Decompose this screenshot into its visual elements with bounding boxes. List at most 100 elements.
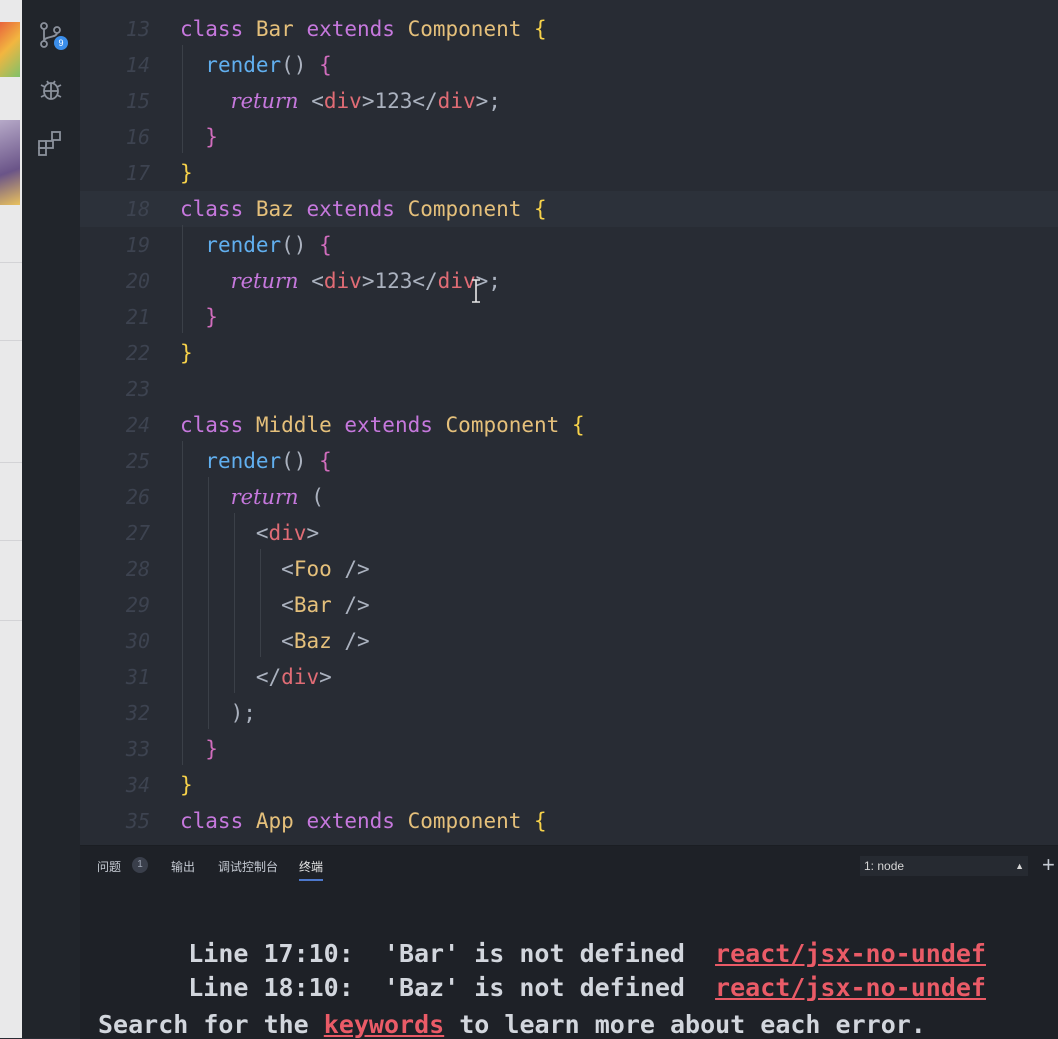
code-text: return ( (180, 479, 324, 515)
code-line[interactable]: 27 <div> (80, 515, 1058, 551)
code-line[interactable]: 17} (80, 155, 1058, 191)
code-token: render (205, 233, 282, 257)
code-token: class (180, 17, 256, 41)
line-number: 27 (125, 521, 150, 545)
code-token: } (180, 341, 193, 365)
code-line[interactable]: 13 class Bar extends Component { (80, 11, 1058, 47)
code-token: extends (344, 413, 446, 437)
error-rule-link[interactable]: react/jsx-no-undef (715, 973, 986, 1002)
tab-debug-console[interactable]: 调试控制台 (218, 858, 278, 875)
code-line[interactable]: 31 </div> (80, 659, 1058, 695)
divider (0, 540, 22, 541)
indent-guide (182, 45, 183, 153)
code-token: } (180, 773, 193, 797)
line-number: 34 (125, 773, 150, 797)
code-line[interactable]: 35 class App extends Component { (80, 803, 1058, 839)
code-token: > (306, 521, 320, 545)
line-number: 30 (125, 629, 150, 653)
code-text: } (180, 119, 218, 155)
line-number: 21 (125, 305, 150, 329)
keywords-link[interactable]: keywords (324, 1010, 444, 1039)
code-line[interactable]: 15 return <div>123</div>; (80, 83, 1058, 119)
code-token: < (298, 269, 324, 293)
code-token: div (323, 269, 362, 293)
code-token: >; (475, 89, 501, 113)
code-token: extends (306, 809, 408, 833)
code-token: Foo (293, 557, 345, 581)
code-line[interactable]: 32 ); (80, 695, 1058, 731)
code-token: { (534, 17, 547, 41)
add-terminal-icon[interactable]: + (1042, 852, 1055, 878)
code-line[interactable]: 18 class Baz extends Component { (80, 191, 1058, 227)
divider (0, 262, 22, 263)
debug-icon[interactable] (36, 75, 66, 105)
tab-terminal[interactable]: 终端 (299, 858, 323, 875)
terminal-select[interactable]: 1: node ▲ (860, 856, 1028, 876)
line-number: 22 (125, 341, 150, 365)
code-token: return (230, 89, 299, 113)
code-text: } (180, 299, 218, 335)
code-token: () (281, 449, 320, 473)
code-token: Baz (293, 629, 345, 653)
code-token: > (319, 665, 332, 689)
text-cursor-icon (472, 279, 480, 303)
line-number: 26 (125, 485, 150, 509)
indent-guide (182, 225, 183, 333)
line-number: 18 (125, 197, 150, 221)
code-token: render (205, 53, 282, 77)
line-number: 33 (125, 737, 150, 761)
code-line[interactable]: 20 return <div>123</div>; (80, 263, 1058, 299)
code-token: div (268, 521, 307, 545)
line-number: 24 (125, 413, 150, 437)
code-token: /> (344, 629, 370, 653)
problems-count-badge: 1 (132, 857, 148, 873)
indent-guide (234, 513, 235, 693)
code-text: return <div>123</div>; (180, 263, 501, 299)
indent-guide (260, 549, 261, 657)
source-control-badge: 9 (54, 36, 68, 50)
code-text: return <div>123</div>; (180, 83, 501, 119)
code-token: { (319, 53, 332, 77)
code-token: >123</ (361, 269, 438, 293)
line-number: 14 (125, 53, 150, 77)
code-text: </div> (180, 659, 332, 695)
code-token: Middle (255, 413, 345, 437)
extensions-icon[interactable] (36, 129, 66, 159)
code-line[interactable]: 22} (80, 335, 1058, 371)
code-token: div (281, 665, 320, 689)
hint-text: Search for the (98, 1010, 324, 1039)
code-line[interactable]: 33 } (80, 731, 1058, 767)
tab-problems[interactable]: 问题 (97, 858, 121, 875)
code-token: { (534, 197, 547, 221)
code-token: Bar (255, 17, 307, 41)
code-text: } (180, 767, 193, 803)
code-line[interactable]: 23 (80, 371, 1058, 407)
code-token: div (323, 89, 362, 113)
code-text: class Bar extends Component { (180, 11, 547, 47)
code-token: class (180, 197, 256, 221)
code-token: { (319, 449, 332, 473)
code-line[interactable]: 24 class Middle extends Component { (80, 407, 1058, 443)
code-line[interactable]: 19 render() { (80, 227, 1058, 263)
code-editor[interactable]: 35 class App extends Component {34} 33 } 32… (80, 0, 1058, 845)
code-token: return (230, 485, 299, 509)
code-line[interactable]: 21 } (80, 299, 1058, 335)
code-token: < (281, 629, 294, 653)
code-line[interactable]: 16 } (80, 119, 1058, 155)
code-token: < (298, 89, 324, 113)
code-line[interactable]: 28 <Foo /> (80, 551, 1058, 587)
divider (0, 462, 22, 463)
background-window-strip (0, 0, 22, 1038)
tab-output[interactable]: 输出 (171, 858, 195, 875)
code-line[interactable]: 34} (80, 767, 1058, 803)
code-line[interactable]: 29 <Bar /> (80, 587, 1058, 623)
code-line[interactable]: 30 <Baz /> (80, 623, 1058, 659)
code-line[interactable]: 14 render() { (80, 47, 1058, 83)
code-line[interactable]: 26 return ( (80, 479, 1058, 515)
code-token: } (205, 305, 218, 329)
code-line[interactable]: 25 render() { (80, 443, 1058, 479)
